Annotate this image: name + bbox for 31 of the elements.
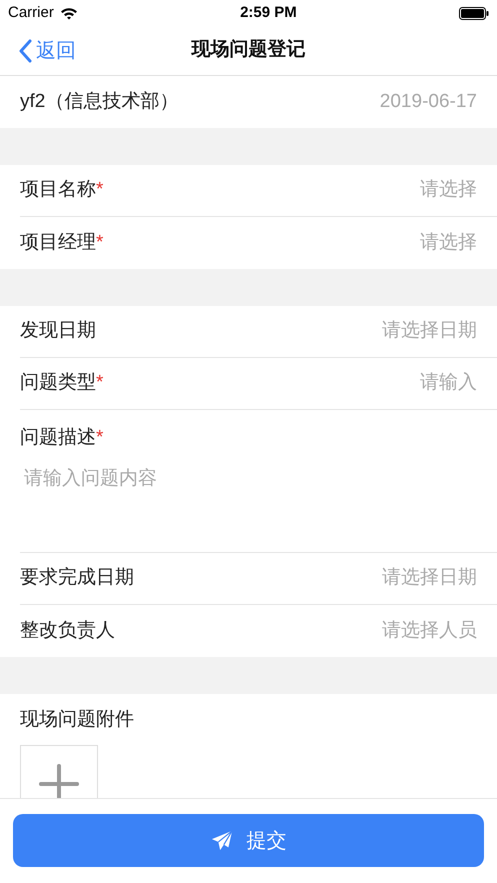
plus-icon	[39, 764, 79, 798]
picker-field[interactable]: 请选择日期	[382, 317, 477, 346]
page-title: 现场问题登记	[192, 38, 306, 62]
field-label: 项目名称	[20, 178, 96, 202]
field-label: 问题类型	[20, 371, 96, 396]
submit-button[interactable]: 提交	[13, 814, 484, 867]
picker-field[interactable]: 请选择日期	[382, 564, 477, 593]
field-label: 发现日期	[20, 319, 96, 344]
carrier-label: Carrier	[8, 2, 54, 23]
field-label: 项目经理	[20, 230, 96, 255]
user-name: yf2（信息技术部）	[20, 90, 178, 114]
chevron-left-icon	[18, 38, 32, 62]
paper-plane-icon	[210, 830, 232, 852]
field-label: 整改负责人	[20, 618, 115, 643]
back-button[interactable]: 返回	[18, 36, 76, 66]
wifi-icon	[60, 6, 78, 20]
picker-field[interactable]: 请选择人员	[382, 616, 477, 646]
required-mark: *	[96, 371, 104, 396]
required-mark: *	[96, 178, 104, 202]
required-mark: *	[96, 230, 104, 255]
picker-field[interactable]: 请输入	[420, 369, 477, 398]
report-date: 2019-06-17	[380, 90, 477, 114]
battery-icon	[458, 6, 489, 20]
status-time: 2:59 PM	[240, 2, 297, 23]
picker-field[interactable]: 请选择	[420, 228, 477, 258]
picker-field[interactable]: 请选择	[420, 176, 477, 205]
field-label: 问题描述	[20, 426, 96, 450]
field-label: 要求完成日期	[20, 566, 134, 590]
attachments-label: 现场问题附件	[20, 708, 135, 732]
description-field[interactable]: 请输入问题内容	[20, 464, 460, 544]
required-mark: *	[96, 426, 104, 450]
